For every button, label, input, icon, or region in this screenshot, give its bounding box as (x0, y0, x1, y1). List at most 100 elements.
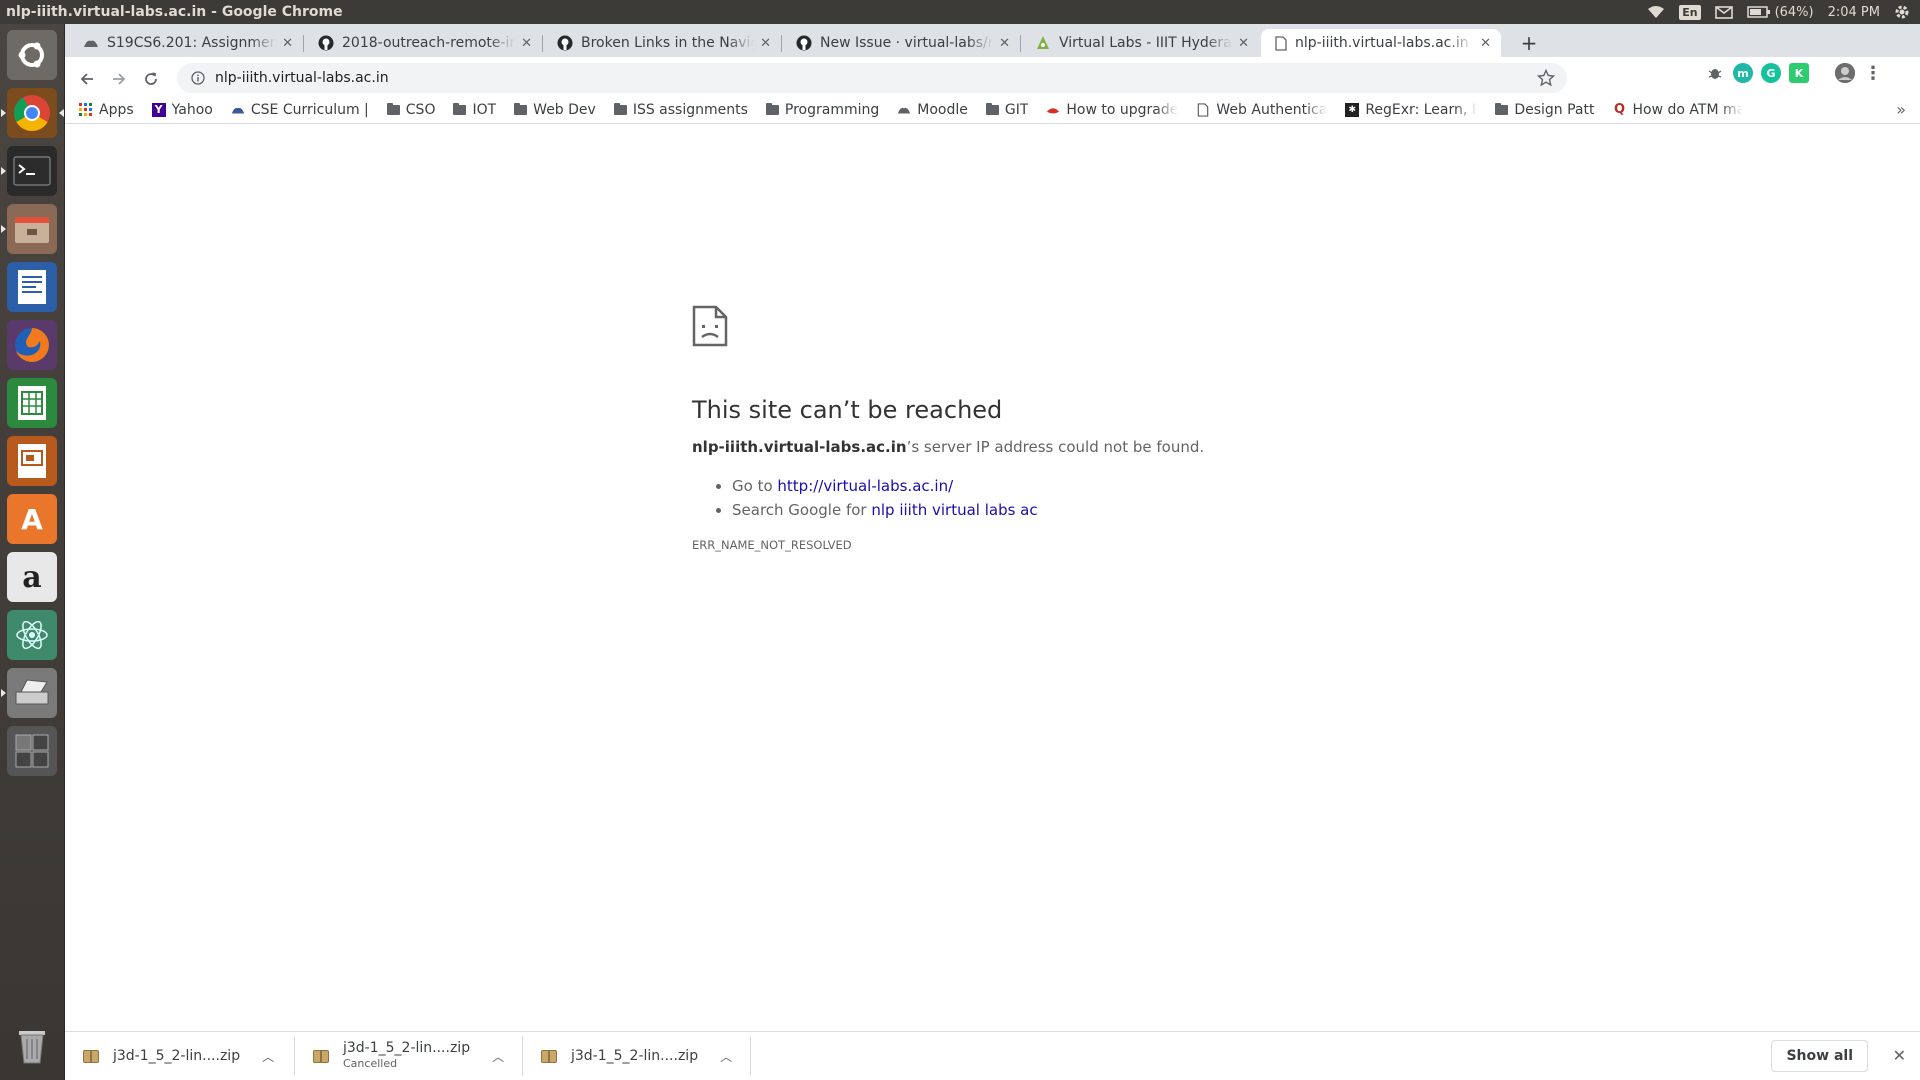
k-extension-icon[interactable]: K (1789, 63, 1809, 83)
reload-icon (145, 72, 157, 85)
bookmarks-bar: Apps Y Yahoo CSE Curriculum | CSO IOT We… (65, 96, 1920, 124)
tab-title: S19CS6.201: Assignment- (107, 35, 277, 51)
scanner-launcher-icon[interactable] (1, 668, 57, 718)
url-text[interactable]: nlp-iiith.virtual-labs.ac.in (215, 70, 389, 86)
folder-icon (453, 102, 467, 115)
download-filename: j3d-1_5_2-lin....zip (113, 1047, 241, 1064)
page-icon (1198, 102, 1209, 117)
battery-icon (1746, 6, 1770, 18)
settings-gear-icon[interactable] (1894, 4, 1910, 20)
github-favicon-icon (318, 35, 334, 51)
bookmark-folder-iot[interactable]: IOT (453, 102, 496, 118)
software-center-launcher-icon[interactable]: A (7, 494, 57, 544)
download-item[interactable]: j3d-1_5_2-lin....zip Cancelled ︿ (295, 1036, 523, 1076)
chevron-up-icon[interactable]: ︿ (262, 1048, 274, 1065)
folder-icon (765, 102, 779, 115)
download-item[interactable]: j3d-1_5_2-lin....zip ︿ (65, 1036, 295, 1076)
tab-strip: S19CS6.201: Assignment- ✕ 2018-outreach-… (65, 24, 1920, 57)
suggestion-go-to: Go to http://virtual-labs.ac.in/ (732, 474, 1332, 498)
go-to-link[interactable]: http://virtual-labs.ac.in/ (777, 477, 953, 495)
bookmark-regexr[interactable]: ✱ RegExr: Learn, B (1345, 102, 1477, 118)
bookmark-folder-web-dev[interactable]: Web Dev (514, 102, 596, 118)
back-arrow-icon (80, 73, 93, 85)
tab-title: 2018-outreach-remote-int (342, 35, 516, 51)
writer-launcher-icon[interactable] (7, 262, 57, 312)
bug-extension-icon[interactable] (1705, 63, 1725, 83)
indicator-area: En (64%) 2:04 PM (1647, 4, 1920, 20)
back-button[interactable] (71, 63, 103, 95)
workspace-switcher-icon[interactable] (7, 726, 57, 776)
folder-icon (514, 102, 528, 115)
tab-4[interactable]: New Issue · virtual-labs/n ✕ (782, 29, 1020, 57)
suggestion-prefix: Go to (732, 477, 778, 495)
sad-page-icon (692, 305, 728, 347)
address-bar[interactable]: nlp-iiith.virtual-labs.ac.in (177, 63, 1567, 93)
bookmark-yahoo[interactable]: Y Yahoo (151, 102, 213, 118)
new-tab-button[interactable]: + (1515, 29, 1543, 57)
error-host: nlp-iiith.virtual-labs.ac.in (692, 438, 907, 456)
close-tab-icon[interactable]: ✕ (760, 36, 771, 51)
folder-icon (613, 102, 627, 115)
battery-percent: (64%) (1774, 4, 1814, 20)
bookmark-moodle[interactable]: Moodle (897, 102, 968, 118)
battery-indicator[interactable]: (64%) (1746, 4, 1814, 20)
tab-3[interactable]: Broken Links in the Navig ✕ (543, 29, 781, 57)
chrome-launcher-icon[interactable] (1, 88, 64, 138)
error-description: nlp-iiith.virtual-labs.ac.in’s server IP… (692, 438, 1332, 456)
search-google-link[interactable]: nlp iiith virtual labs ac (871, 501, 1037, 519)
clock[interactable]: 2:04 PM (1828, 5, 1880, 20)
bookmark-how-do-atm[interactable]: Q How do ATM ma (1613, 102, 1743, 118)
mail-icon[interactable] (1714, 5, 1733, 19)
forward-button[interactable] (103, 63, 135, 95)
yahoo-icon: Y (151, 102, 166, 117)
extensions-area: m G K ⋮ (1705, 63, 1883, 84)
close-tab-icon[interactable]: ✕ (282, 36, 293, 51)
atom-launcher-icon[interactable] (7, 610, 57, 660)
tab-6-active[interactable]: nlp-iiith.virtual-labs.ac.in ✕ (1261, 29, 1501, 57)
chevron-up-icon[interactable]: ︿ (492, 1048, 504, 1065)
chrome-menu-icon[interactable]: ⋮ (1863, 63, 1883, 84)
calc-launcher-icon[interactable] (7, 378, 57, 428)
moodle-favicon-icon (84, 40, 98, 47)
tab-2[interactable]: 2018-outreach-remote-int ✕ (304, 29, 542, 57)
close-tab-icon[interactable]: ✕ (521, 36, 532, 51)
terminal-launcher-icon[interactable] (1, 146, 57, 196)
bookmark-folder-programming[interactable]: Programming (765, 102, 879, 118)
tab-5[interactable]: Virtual Labs - IIIT Hyderab ✕ (1021, 29, 1259, 57)
bookmark-folder-iss-assignments[interactable]: ISS assignments (613, 102, 748, 118)
close-tab-icon[interactable]: ✕ (999, 36, 1010, 51)
tab-1[interactable]: S19CS6.201: Assignment- ✕ (69, 29, 303, 57)
error-title: This site can’t be reached (692, 396, 1003, 424)
reload-button[interactable] (135, 63, 167, 95)
wifi-icon[interactable] (1647, 5, 1665, 19)
mercury-extension-icon[interactable]: m (1733, 63, 1753, 83)
close-tab-icon[interactable]: ✕ (1238, 36, 1249, 51)
firefox-launcher-icon[interactable] (7, 320, 57, 370)
close-shelf-icon[interactable]: ✕ (1893, 1046, 1906, 1065)
profile-avatar[interactable] (1835, 63, 1855, 83)
trash-launcher-icon[interactable] (7, 1020, 57, 1070)
download-item[interactable]: j3d-1_5_2-lin....zip ︿ (523, 1036, 751, 1076)
files-launcher-icon[interactable] (1, 204, 57, 254)
ubuntu-dash-icon[interactable] (7, 30, 57, 80)
bookmark-how-to-upgrade[interactable]: How to upgrade (1046, 102, 1178, 118)
chevron-up-icon[interactable]: ︿ (720, 1048, 732, 1065)
show-all-button[interactable]: Show all (1771, 1040, 1868, 1072)
grammarly-extension-icon[interactable]: G (1761, 63, 1781, 83)
error-block: This site can’t be reached nlp-iiith.vir… (692, 305, 1332, 552)
quora-icon: Q (1613, 102, 1626, 117)
bookmark-folder-design-patterns[interactable]: Design Patt (1495, 102, 1595, 118)
amazon-launcher-icon[interactable]: a (7, 552, 57, 602)
keyboard-lang-indicator[interactable]: En (1679, 4, 1701, 20)
bookmark-folder-git[interactable]: GIT (985, 102, 1028, 118)
bookmarks-overflow-chevron-icon[interactable]: » (1896, 100, 1906, 119)
impress-launcher-icon[interactable] (7, 436, 57, 486)
download-filename: j3d-1_5_2-lin....zip (571, 1047, 699, 1064)
bookmark-folder-cso[interactable]: CSO (386, 102, 435, 118)
bookmark-star-icon[interactable] (1537, 69, 1555, 87)
close-tab-icon[interactable]: ✕ (1480, 36, 1491, 51)
folder-icon (1495, 102, 1509, 115)
bookmark-cse-curriculum[interactable]: CSE Curriculum | (231, 102, 369, 118)
bookmark-apps[interactable]: Apps (79, 102, 134, 118)
bookmark-web-authentication[interactable]: Web Authentica (1196, 102, 1327, 118)
